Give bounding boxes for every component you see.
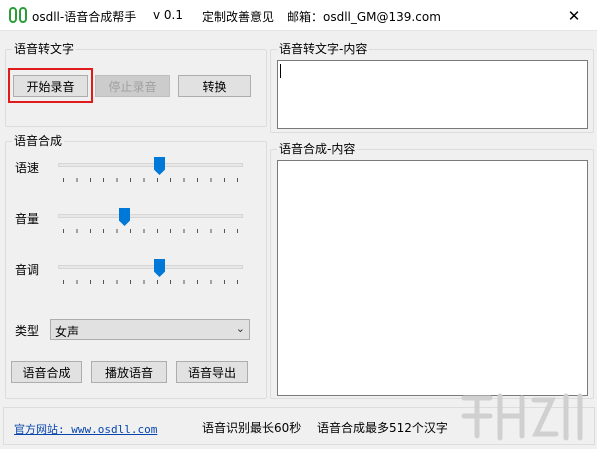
stt-group-title: 语音转文字 — [12, 42, 77, 56]
speed-label: 语速 — [15, 161, 40, 175]
slider-track — [58, 265, 243, 269]
version-label: v 0.1 — [153, 8, 183, 22]
pitch-slider[interactable] — [58, 259, 243, 289]
slider-track — [58, 163, 243, 167]
stt-content-title: 语音转文字-内容 — [277, 42, 370, 56]
official-site-link[interactable]: 官方网站: www.osdll.com — [14, 421, 157, 437]
email-label: 邮箱：osdll_GM@139.com — [287, 10, 441, 24]
slider-ticks — [63, 280, 238, 284]
watermark-logo-icon — [461, 393, 583, 441]
tts-content-textarea[interactable] — [277, 160, 588, 396]
stop-record-button[interactable]: 停止录音 — [95, 75, 170, 97]
voice-type-value: 女声 — [55, 325, 80, 339]
type-label: 类型 — [15, 324, 40, 338]
speed-slider[interactable] — [58, 157, 243, 187]
app-logo-icon — [9, 7, 27, 23]
feedback-link[interactable]: 定制改善意见 — [202, 8, 274, 25]
recognize-limit-text: 语音识别最长60秒 — [202, 421, 302, 435]
voice-type-select[interactable]: 女声 ⌄ — [50, 319, 250, 340]
text-caret — [280, 64, 281, 78]
slider-ticks — [63, 178, 238, 182]
synthesize-button[interactable]: 语音合成 — [11, 361, 82, 383]
synth-limit-text: 语音合成最多512个汉字 — [317, 421, 448, 435]
volume-slider[interactable] — [58, 208, 243, 238]
convert-button[interactable]: 转换 — [178, 75, 251, 97]
pitch-label: 音调 — [15, 263, 40, 277]
slider-thumb[interactable] — [154, 259, 165, 277]
title-bar: osdll-语音合成帮手 v 0.1 定制改善意见 邮箱：osdll_GM@13… — [0, 0, 597, 31]
slider-thumb[interactable] — [154, 157, 165, 175]
close-button[interactable]: ✕ — [551, 0, 597, 31]
window-title: osdll-语音合成帮手 — [32, 10, 137, 24]
slider-thumb[interactable] — [119, 208, 130, 226]
chevron-down-icon: ⌄ — [235, 322, 245, 335]
close-icon: ✕ — [567, 6, 581, 25]
play-button[interactable]: 播放语音 — [91, 361, 167, 383]
volume-label: 音量 — [15, 212, 40, 226]
start-record-button[interactable]: 开始录音 — [13, 75, 88, 97]
export-button[interactable]: 语音导出 — [176, 361, 248, 383]
tts-group-title: 语音合成 — [12, 134, 65, 148]
tts-content-title: 语音合成-内容 — [277, 142, 358, 156]
stt-content-textarea[interactable] — [277, 60, 588, 129]
slider-ticks — [63, 229, 238, 233]
slider-track — [58, 214, 243, 218]
